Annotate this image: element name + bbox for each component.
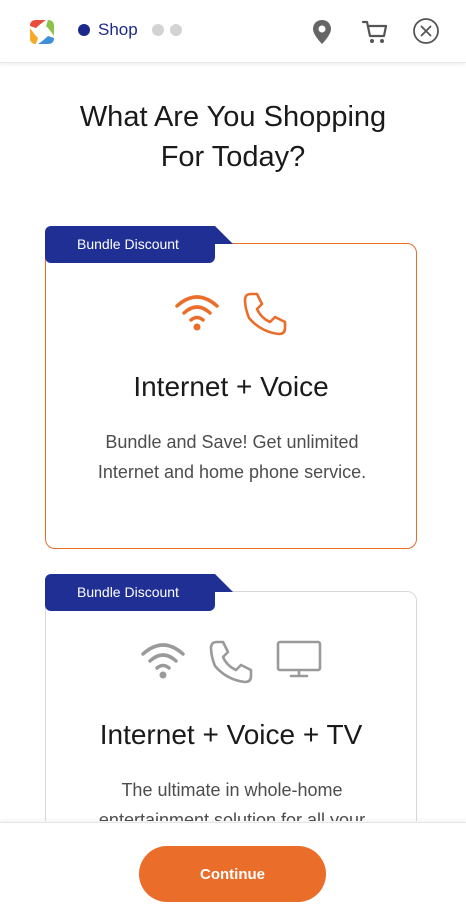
tv-icon [276,640,322,678]
step-dot-active [78,24,90,36]
card-description: The ultimate in whole-home entertainment… [98,780,366,821]
bottom-bar: Continue [0,822,466,921]
page-title-line: For Today? [160,141,306,173]
bundle-discount-badge: Bundle Discount [45,226,215,263]
location-pin-icon[interactable] [310,18,334,46]
continue-button[interactable]: Continue [139,846,326,902]
step-dot-inactive [151,24,164,36]
badge-fold [215,574,233,592]
phone-icon [243,292,287,336]
card-icon-row [46,638,416,686]
page-title: What Are You Shopping For Today? [0,97,466,177]
logo-icon[interactable] [26,16,58,48]
bundle-card-internet-voice[interactable]: Bundle Discount Internet + Voice Bundle … [45,226,417,549]
content-scroll-area[interactable]: What Are You Shopping For Today? Bundle … [0,63,466,821]
wifi-icon [175,295,219,331]
card-description: Bundle and Save! Get unlimited Internet … [97,432,367,482]
bundle-card-internet-voice-tv[interactable]: Bundle Discount Internet + Voice + TV Th… [45,574,417,821]
card-title: Internet + Voice [133,371,329,402]
page-title-line: What Are You Shopping [79,101,387,133]
bundle-discount-badge: Bundle Discount [45,574,215,611]
top-bar: Shop [0,0,466,63]
step-dot-inactive [169,24,182,36]
step-label: Shop [98,20,138,39]
cart-icon[interactable] [361,18,389,46]
badge-fold [215,226,233,244]
close-icon[interactable] [412,17,440,45]
progress-stepper: Shop [78,20,182,40]
card-icon-row [46,290,416,338]
phone-icon [209,640,253,684]
card-title: Internet + Voice + TV [99,719,363,750]
wifi-icon [141,643,185,679]
